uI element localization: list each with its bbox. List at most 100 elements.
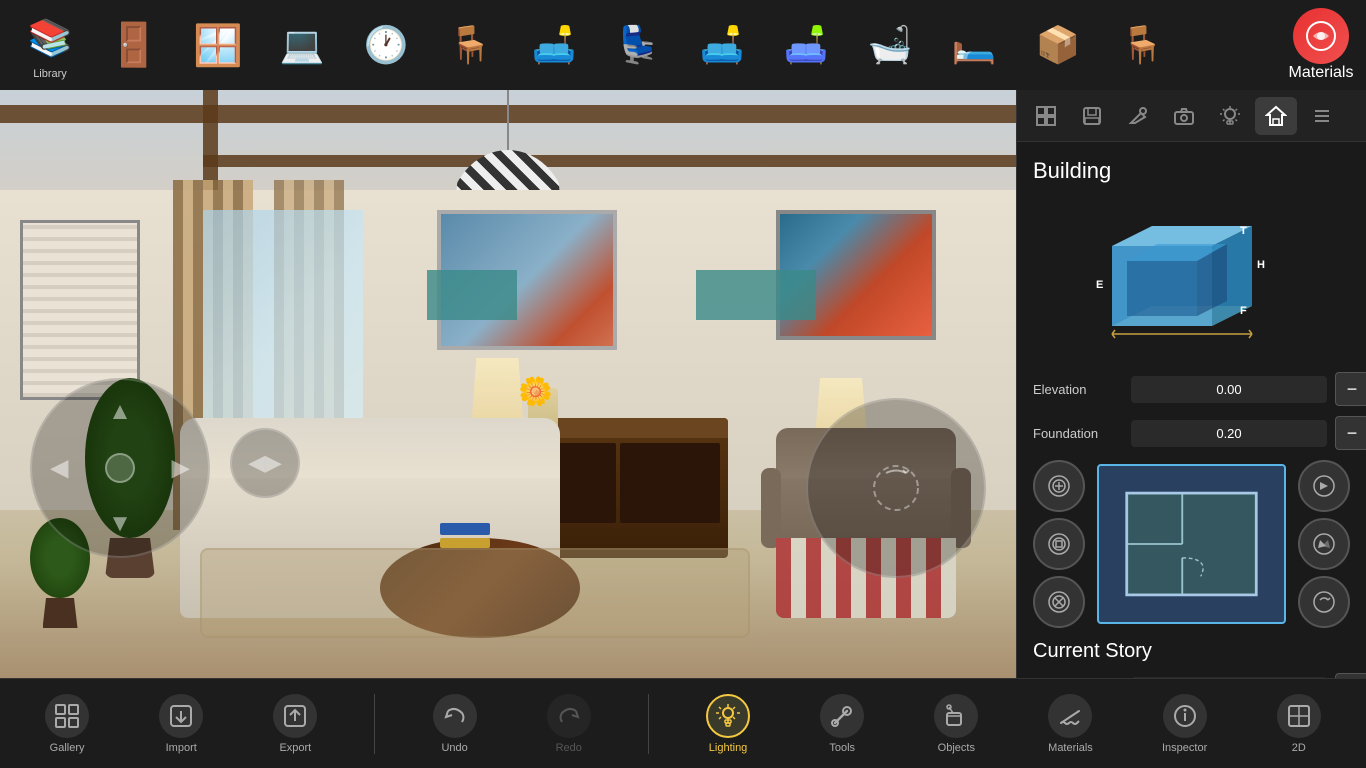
floor-plan-preview-container: [1093, 464, 1290, 624]
right-action-buttons: [1298, 460, 1350, 628]
floor-plan-svg: [1099, 466, 1284, 622]
toolbar-shelf[interactable]: 📦: [1018, 5, 1098, 85]
floor-plan-preview[interactable]: [1097, 464, 1286, 624]
move-floor-button[interactable]: [1033, 518, 1085, 570]
floor-rug: [200, 548, 750, 638]
materials-bottom-icon: [1048, 694, 1092, 738]
copy-right-button[interactable]: [1298, 460, 1350, 512]
toolbar-chair-red[interactable]: 🪑: [430, 5, 510, 85]
add-floor-button[interactable]: [1033, 460, 1085, 512]
laptop-icon: 💻: [274, 17, 330, 73]
objects-button[interactable]: Objects: [921, 684, 991, 764]
toolbar-sofa-pink[interactable]: 🛋️: [682, 5, 762, 85]
nav-right-arrow[interactable]: ▶: [172, 454, 190, 483]
toolbar-laptop[interactable]: 💻: [262, 5, 342, 85]
nav-down-arrow[interactable]: ▼: [108, 510, 132, 538]
armchair-yellow-icon: 🛋️: [526, 17, 582, 73]
import-icon: [159, 694, 203, 738]
undo-icon: [433, 694, 477, 738]
tools-label: Tools: [829, 742, 855, 754]
mirror-button[interactable]: [1298, 518, 1350, 570]
toolbar-bathtub[interactable]: 🛁: [850, 5, 930, 85]
export-button[interactable]: Export: [260, 684, 330, 764]
objects-icon: [934, 694, 978, 738]
room-scene: 🌼: [0, 90, 1016, 678]
svg-text:F: F: [1240, 305, 1247, 317]
toolbar-chair-pink[interactable]: 💺: [598, 5, 678, 85]
tab-paint[interactable]: [1117, 97, 1159, 135]
clock-icon: 🕐: [358, 17, 414, 73]
import-label: Import: [166, 742, 197, 754]
nav-joystick-right[interactable]: [806, 398, 986, 578]
nav-up-arrow[interactable]: ▲: [108, 398, 132, 426]
delete-floor-button[interactable]: [1033, 576, 1085, 628]
sofa-yellow-icon: 🛋️: [778, 17, 834, 73]
inspector-label: Inspector: [1162, 742, 1207, 754]
inspector-button[interactable]: Inspector: [1150, 684, 1220, 764]
gallery-button[interactable]: Gallery: [32, 684, 102, 764]
nav-joystick-left[interactable]: ▲ ▼ ◀ ▶: [30, 378, 210, 558]
toolbar-window[interactable]: 🪟: [178, 5, 258, 85]
toolbar-door[interactable]: 🚪: [94, 5, 174, 85]
foundation-decrease-button[interactable]: −: [1335, 416, 1366, 450]
beam-horizontal-2: [203, 155, 1016, 167]
tools-button[interactable]: Tools: [807, 684, 877, 764]
lighting-icon: [706, 694, 750, 738]
export-icon: [273, 694, 317, 738]
objects-label: Objects: [938, 742, 975, 754]
nav-middle-icon: ◀▶: [248, 450, 282, 476]
nav-rotate-icon: [871, 463, 921, 513]
toolbar-clock[interactable]: 🕐: [346, 5, 426, 85]
toolbar-sofa-yellow[interactable]: 🛋️: [766, 5, 846, 85]
foundation-input[interactable]: [1131, 420, 1327, 447]
toolbar-armchair-yellow[interactable]: 🛋️: [514, 5, 594, 85]
camera-icon: [1173, 105, 1195, 127]
tab-list[interactable]: [1301, 97, 1343, 135]
bed-icon: 🛏️: [946, 17, 1002, 73]
materials-top-button[interactable]: Materials: [1286, 8, 1356, 82]
materials-top-icon: [1293, 8, 1349, 64]
lighting-label: Lighting: [709, 742, 748, 754]
materials-top-label: Materials: [1289, 64, 1354, 82]
nav-middle-button[interactable]: ◀▶: [230, 428, 300, 498]
foundation-label: Foundation: [1033, 426, 1123, 441]
nav-center[interactable]: [105, 453, 135, 483]
bathtub-icon: 🛁: [862, 17, 918, 73]
sofa-pink-icon: 🛋️: [694, 17, 750, 73]
top-toolbar: 📚 Library 🚪 🪟 💻 🕐 🪑 🛋️ 💺 🛋️ 🛋️ 🛁 🛏️ 📦 🪑: [0, 0, 1366, 90]
panel-content: Building: [1017, 142, 1366, 678]
tab-camera[interactable]: [1163, 97, 1205, 135]
redo-button[interactable]: Redo: [534, 684, 604, 764]
home-icon: [1265, 105, 1287, 127]
elevation-input[interactable]: [1131, 376, 1327, 403]
undo-button[interactable]: Undo: [420, 684, 490, 764]
tab-light[interactable]: [1209, 97, 1251, 135]
chair-red2-icon: 🪑: [1114, 17, 1170, 73]
current-story-title: Current Story: [1033, 640, 1350, 663]
toolbar-chair-red2[interactable]: 🪑: [1102, 5, 1182, 85]
inspector-icon: [1163, 694, 1207, 738]
building-title: Building: [1033, 158, 1350, 184]
lighting-button[interactable]: Lighting: [693, 684, 763, 764]
chair-red-icon: 🪑: [442, 17, 498, 73]
library-button[interactable]: 📚 Library: [10, 5, 90, 85]
export-label: Export: [279, 742, 311, 754]
door-icon: 🚪: [106, 17, 162, 73]
elevation-decrease-button[interactable]: −: [1335, 372, 1366, 406]
save-icon: [1081, 105, 1103, 127]
rotate-button[interactable]: [1298, 576, 1350, 628]
elevation-label: Elevation: [1033, 382, 1123, 397]
tab-home[interactable]: [1255, 97, 1297, 135]
tab-select[interactable]: [1025, 97, 1067, 135]
library-icon: 📚: [22, 10, 78, 66]
toolbar-bed[interactable]: 🛏️: [934, 5, 1014, 85]
light-icon: [1219, 105, 1241, 127]
nav-left-arrow[interactable]: ◀: [50, 454, 68, 483]
materials-bottom-button[interactable]: Materials: [1035, 684, 1105, 764]
3d-viewport[interactable]: 🌼: [0, 90, 1016, 678]
2d-button[interactable]: 2D: [1264, 684, 1334, 764]
materials-bottom-label: Materials: [1048, 742, 1093, 754]
tab-save[interactable]: [1071, 97, 1113, 135]
wall-art-left: [20, 220, 140, 400]
import-button[interactable]: Import: [146, 684, 216, 764]
